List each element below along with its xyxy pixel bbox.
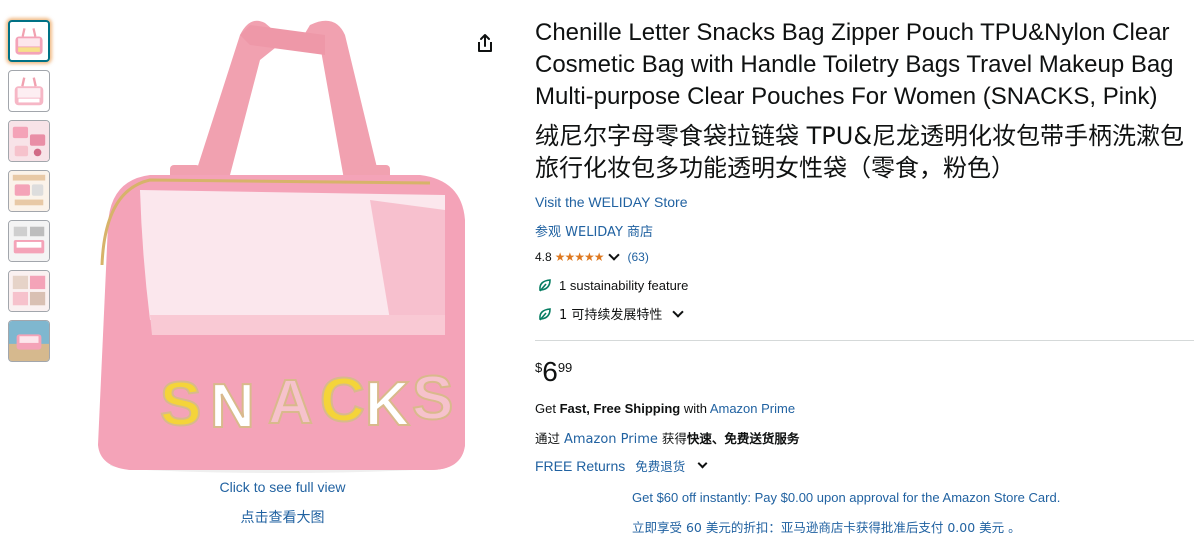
chevron-down-icon[interactable] (697, 458, 708, 469)
free-returns-link[interactable]: FREE Returns (535, 458, 625, 474)
sustainability-label: 1 sustainability feature (559, 277, 689, 293)
amazon-prime-link-zh[interactable]: Amazon Prime (564, 432, 658, 447)
main-product-image[interactable]: S N A C K S (90, 15, 470, 475)
store-link-zh[interactable]: 参观 WELIDAY 商店 (535, 221, 653, 240)
sustainability-feature[interactable]: 1 sustainability feature (537, 277, 688, 293)
thumbnail-1[interactable] (8, 20, 50, 62)
shipping-bold-zh: 快速、免费送货服务 (686, 431, 800, 446)
sustainability-label-zh: 1 可持续发展特性 (559, 308, 663, 323)
store-link[interactable]: Visit the WELIDAY Store (535, 194, 688, 210)
thumbnail-2[interactable] (8, 70, 50, 112)
thumbnail-strip (8, 20, 50, 370)
shipping-prefix: Get (535, 401, 560, 416)
thumbnail-5[interactable] (8, 220, 50, 262)
see-full-view-link-zh[interactable]: 点击查看大图 (180, 507, 385, 527)
price: $ 6 99 (535, 357, 572, 387)
shipping-prefix-zh: 通过 (535, 431, 564, 446)
product-title-block: Chenille Letter Snacks Bag Zipper Pouch … (535, 17, 1185, 184)
svg-text:S: S (160, 370, 201, 439)
returns-row: FREE Returns 免费退货 (535, 456, 708, 475)
free-returns-link-zh[interactable]: 免费退货 (635, 456, 685, 475)
product-title: Chenille Letter Snacks Bag Zipper Pouch … (535, 19, 1174, 110)
rating-row: 4.8 ★★★★★ (63) (535, 249, 649, 264)
divider (535, 340, 1194, 341)
svg-text:N: N (210, 372, 255, 441)
store-card-promo-zh[interactable]: 立即享受 60 美元的折扣：亚马逊商店卡获得批准后支付 0.00 美元 。 (632, 517, 1021, 536)
chevron-down-icon[interactable] (672, 305, 685, 318)
shipping-mid: with (680, 401, 710, 416)
pink-snacks-bag-image: S N A C K S (98, 20, 465, 473)
leaf-icon (539, 307, 551, 321)
thumbnail-3[interactable] (8, 120, 50, 162)
product-title-zh: 绒尼尔字母零食袋拉链袋 TPU&尼龙透明化妆包带手柄洗漱包旅行化妆包多功能透明女… (535, 122, 1185, 182)
svg-text:S: S (412, 364, 453, 433)
thumbnail-4[interactable] (8, 170, 50, 212)
store-card-promo[interactable]: Get $60 off instantly: Pay $0.00 upon ap… (632, 490, 1060, 505)
see-full-view-link[interactable]: Click to see full view (180, 479, 385, 495)
price-symbol: $ (535, 360, 543, 375)
leaf-icon (539, 279, 551, 292)
shipping-mid-zh: 获得 (657, 431, 687, 446)
svg-text:A: A (268, 368, 313, 437)
thumbnail-6[interactable] (8, 270, 50, 312)
shipping-bold: Fast, Free Shipping (559, 401, 681, 416)
svg-text:C: C (320, 366, 365, 435)
thumbnail-7[interactable] (8, 320, 50, 362)
price-fraction: 99 (557, 360, 573, 375)
price-whole: 6 (542, 356, 558, 387)
svg-text:K: K (365, 370, 410, 439)
rating-stars[interactable]: ★★★★★ (555, 250, 605, 264)
shipping-info: Get Fast, Free Shipping with Amazon Prim… (535, 401, 795, 416)
amazon-prime-link[interactable]: Amazon Prime (710, 401, 795, 416)
rating-value: 4.8 (535, 250, 552, 264)
chevron-down-icon[interactable] (608, 249, 621, 261)
shipping-info-zh: 通过 Amazon Prime 获得快速、免费送货服务 (535, 428, 799, 447)
rating-count-link[interactable]: (63) (627, 250, 648, 264)
sustainability-feature-zh[interactable]: 1 可持续发展特性 (537, 304, 688, 323)
share-icon[interactable] (474, 32, 496, 54)
